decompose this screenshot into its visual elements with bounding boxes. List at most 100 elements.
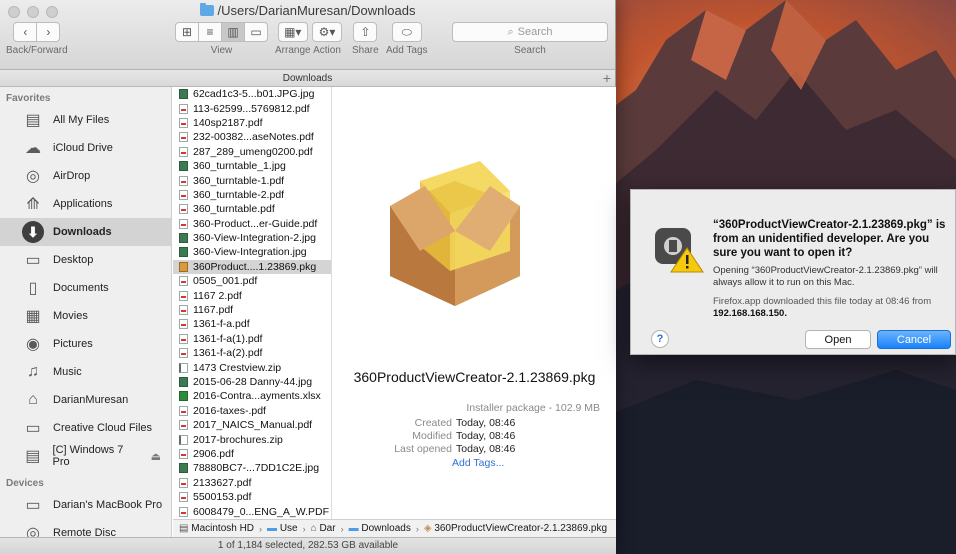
file-name: 360-View-Integration.jpg [193,246,307,259]
search-input[interactable]: ⌕ Search [452,22,608,42]
back-button[interactable]: ‹ [13,22,38,42]
help-button[interactable]: ? [651,330,669,348]
path-segment[interactable]: ◈ 360ProductViewCreator-2.1.23869.pkg [424,523,607,534]
file-list-item[interactable]: 232-00382...aseNotes.pdf [173,130,331,144]
forward-button[interactable]: › [36,22,61,42]
sidebar-item-applications[interactable]: ⟰ Applications [0,190,171,218]
gear-icon[interactable]: ⚙▾ [312,22,342,42]
drive-icon: ▤ [179,523,192,534]
sidebar-item-documents[interactable]: ▯ Documents [0,274,171,302]
devices-header: Devices [6,478,44,489]
path-segment[interactable]: ▬ Downloads [349,523,411,534]
column-view-button[interactable]: ▥ [221,22,245,42]
package-icon: ◈ [423,523,435,534]
file-list-item[interactable]: 0505_001.pdf [173,274,331,288]
file-list-item[interactable]: 1361-f-a(2).pdf [173,346,331,360]
sidebar-item-movies[interactable]: ▦ Movies [0,302,171,330]
file-list-item[interactable]: 2017-brochures.zip [173,432,331,446]
sidebar-item-all-my-files[interactable]: ▤ All My Files [0,106,171,134]
path-segment[interactable]: ▤ Macintosh HD [179,523,254,534]
file-list-item[interactable]: 6008479_0...ENG_A_W.PDF [173,504,331,518]
cover-flow-button[interactable]: ▭ [244,22,268,42]
file-name: 360_turntable_1.jpg [193,160,286,173]
sidebar-item-c-windows-7-pro[interactable]: ▤ [C] Windows 7 Pro ⏏ [0,442,171,470]
file-list-item[interactable]: 2015-06-28 Danny-44.jpg [173,375,331,389]
file-list-item[interactable]: 360Product....1.23869.pkg [173,259,331,275]
tag-icon[interactable]: ⬭ [391,22,422,42]
file-list-item[interactable]: 5500153.pdf [173,490,331,504]
sidebar-item-downloads[interactable]: ⬇ Downloads [0,218,171,246]
search-icon: ⌕ [507,25,514,38]
cancel-button[interactable]: Cancel [877,330,951,349]
file-list-item[interactable]: 2016-taxes-.pdf [173,404,331,418]
file-list-item[interactable]: 113-62599...5769812.pdf [173,101,331,115]
path-segment[interactable]: ⌂ Dar [311,523,336,534]
pdf-file-icon [179,276,188,287]
sidebar-item-creative-cloud-files[interactable]: ▭ Creative Cloud Files [0,414,171,442]
file-list-item[interactable]: 2133627.pdf [173,476,331,490]
sidebar-item-darian-s-macbook-pro[interactable]: ▭ Darian's MacBook Pro [0,491,171,519]
eject-icon[interactable]: ⏏ [151,450,161,463]
pdf-file-icon [179,420,188,431]
img-file-icon [179,247,188,258]
sidebar-item-airdrop[interactable]: ◎ AirDrop [0,162,171,190]
share-group: ⇧ Share [352,22,379,56]
chevron-right-icon: › [415,523,419,534]
sidebar-item-label: Documents [53,282,109,294]
file-list-item[interactable]: 360_turntable_1.jpg [173,159,331,173]
file-list-item[interactable]: 360_turntable.pdf [173,202,331,216]
open-button[interactable]: Open [805,330,871,349]
sidebar-item-remote-disc[interactable]: ◎ Remote Disc [0,519,171,537]
file-list-item[interactable]: 140sp2187.pdf [173,116,331,130]
file-name: 360Product....1.23869.pkg [193,260,317,273]
pdf-file-icon [179,348,188,359]
file-list-item[interactable]: 360-Product...er-Guide.pdf [173,217,331,231]
chevron-right-icon: › [259,523,263,534]
file-name: 2906.pdf [193,447,234,460]
all-files-icon: ▤ [25,112,41,129]
sidebar-item-music[interactable]: ♫ Music [0,358,171,386]
file-list-item[interactable]: 2016-Contra...ayments.xlsx [173,389,331,403]
pdf-file-icon [179,103,188,114]
file-list-item[interactable]: 287_289_umeng0200.pdf [173,145,331,159]
file-name: 1361-f-a(1).pdf [193,332,263,345]
file-name: 360-Product...er-Guide.pdf [193,217,318,230]
icon-view-button[interactable]: ⊞ [175,22,199,42]
file-list-item[interactable]: 360-View-Integration-2.jpg [173,231,331,245]
file-list-item[interactable]: 360-View-Integration.jpg [173,245,331,259]
file-name: 0505_001.pdf [193,275,258,288]
sidebar-item-darianmuresan[interactable]: ⌂ DarianMuresan [0,386,171,414]
file-list-item[interactable]: 2017_NAICS_Manual.pdf [173,418,331,432]
file-list-item[interactable]: 1361-f-a(1).pdf [173,332,331,346]
zip-file-icon [179,362,188,373]
file-list-item[interactable]: 1473 Crestview.zip [173,360,331,374]
list-view-button[interactable]: ≡ [198,22,222,42]
file-list-item[interactable]: 1361-f-a.pdf [173,317,331,331]
security-dialog: “360ProductViewCreator-2.1.23869.pkg” is… [630,189,956,355]
file-list-item[interactable]: 360_turntable-1.pdf [173,173,331,187]
folder-icon: ▬ [348,523,362,534]
arrange-button[interactable]: ▦▾ [277,22,308,42]
path-segment[interactable]: ▬ Use [267,523,298,534]
new-tab-button[interactable]: + [603,70,611,87]
sidebar-item-label: Music [53,366,82,378]
file-list-item[interactable]: 360_turntable-2.pdf [173,188,331,202]
file-list-item[interactable]: 1167 2.pdf [173,288,331,302]
sidebar-item-label: iCloud Drive [53,142,113,154]
img-file-icon [179,233,188,244]
sidebar-item-label: Applications [53,198,113,210]
share-icon[interactable]: ⇧ [353,22,378,42]
tab-downloads[interactable]: Downloads [283,73,332,84]
file-list-item[interactable]: 1167.pdf [173,303,331,317]
file-list-item[interactable]: 2906.pdf [173,447,331,461]
sidebar-item-icloud-drive[interactable]: ☁ iCloud Drive [0,134,171,162]
pkg-file-icon [179,261,188,272]
file-list-column[interactable]: 62cad1c3-5...b01.JPG.jpg 113-62599...5769… [173,87,332,519]
pdf-file-icon [179,175,188,186]
file-list-item[interactable]: 78880BC7-...7DD1C2E.jpg [173,461,331,475]
sidebar-item-desktop[interactable]: ▭ Desktop [0,246,171,274]
file-list-item[interactable]: 62cad1c3-5...b01.JPG.jpg [173,87,331,101]
add-tags-link[interactable]: Add Tags... [452,457,504,469]
sidebar-item-pictures[interactable]: ◉ Pictures [0,330,171,358]
airdrop-icon: ◎ [26,168,40,185]
